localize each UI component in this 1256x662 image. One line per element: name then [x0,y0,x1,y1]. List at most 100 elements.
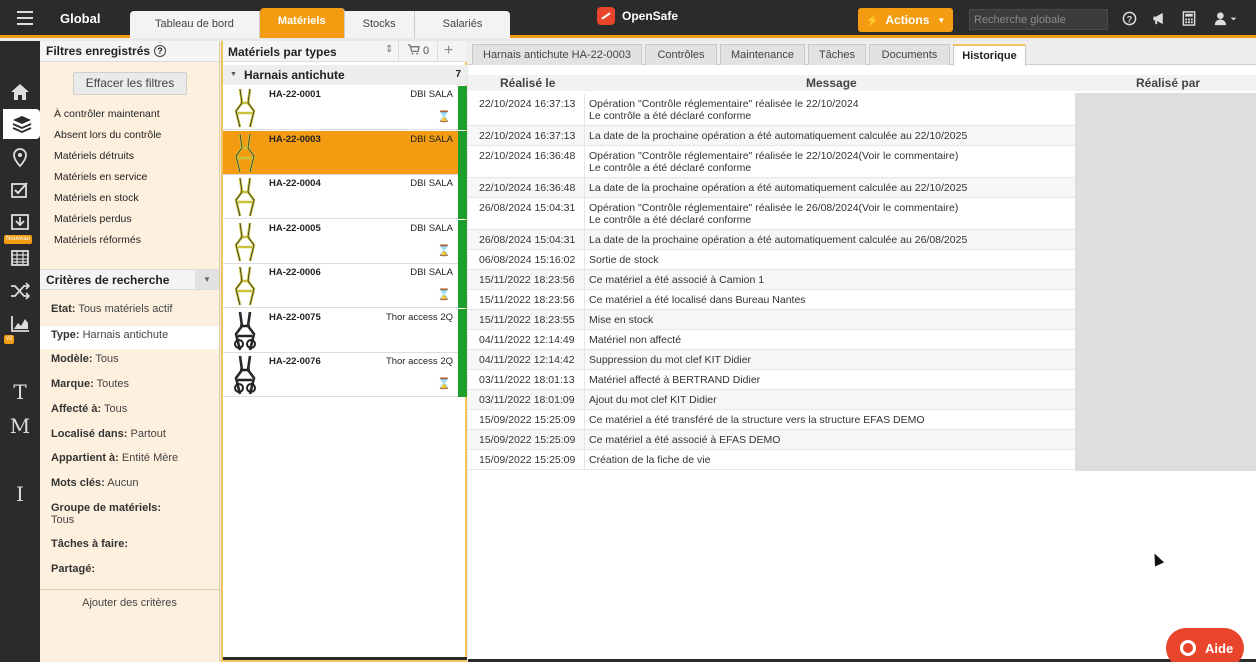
global-label[interactable]: Global [60,11,100,26]
saved-filter-item[interactable]: Matériels en stock [54,191,161,212]
letter-t-icon[interactable]: T [0,377,40,407]
user-icon[interactable] [1212,11,1240,27]
divider [584,290,585,309]
home-icon[interactable] [0,77,40,107]
megaphone-icon[interactable] [1151,11,1167,27]
menu-icon[interactable] [17,11,33,25]
item-code: HA-22-0001 [269,89,321,100]
letter-i-icon[interactable]: I [0,479,40,509]
actions-button[interactable]: ⚡ Actions ▼ [858,8,953,32]
tab-salaries[interactable]: Salariés [414,11,511,38]
history-row[interactable]: 04/11/2022 12:14:49 Matériel non affecté [468,330,1075,350]
divider [584,126,585,145]
help-label: Aide [1205,640,1234,656]
history-message: Opération "Contrôle réglementaire" réali… [589,202,958,226]
history-row[interactable]: 15/11/2022 18:23:55 Mise en stock [468,310,1075,330]
calculator-icon[interactable] [1181,11,1197,27]
history-row[interactable]: 22/10/2024 16:37:13 La date de la prochai… [468,126,1075,146]
divider [584,230,585,249]
history-row[interactable]: 06/08/2024 15:16:02 Sortie de stock [468,250,1075,270]
group-row[interactable]: ▼ Harnais antichute 7 [223,65,467,85]
saved-filter-item[interactable]: Matériels perdus [54,212,161,233]
history-row[interactable]: 15/09/2022 15:25:09 Ce matériel a été tra… [468,410,1075,430]
harness-thumbnail-icon [228,132,262,174]
history-row[interactable]: 03/11/2022 18:01:13 Matériel affecté à BE… [468,370,1075,390]
history-row[interactable]: 15/09/2022 15:25:09 Création de la fiche … [468,450,1075,470]
tab-stocks[interactable]: Stocks [344,11,415,38]
saved-filter-item[interactable]: Absent lors du contrôle [54,128,161,149]
saved-filter-item[interactable]: Matériels réformés [54,233,161,254]
history-row[interactable]: 15/11/2022 18:23:56 Ce matériel a été ass… [468,270,1075,290]
criterion-mots-cles[interactable]: Mots clés: Aucun [40,477,219,489]
history-date: 15/11/2022 18:23:55 [479,314,575,326]
criterion-groupe[interactable]: Groupe de matériels: Tous [40,502,219,526]
sort-icon[interactable]: ⇕ [385,44,393,55]
saved-filter-item[interactable]: À contrôler maintenant [54,107,161,128]
tab-controles[interactable]: Contrôles [645,44,717,65]
list-item[interactable]: HA-22-0003 DBI SALA [223,130,467,175]
tab-tableau-de-bord[interactable]: Tableau de bord [130,11,260,38]
column-realise-le[interactable]: Réalisé le [500,76,555,90]
criterion-modele[interactable]: Modèle: Tous [40,353,219,365]
history-row[interactable]: 22/10/2024 16:36:48 La date de la prochai… [468,178,1075,198]
collapse-icon[interactable]: ▼ [230,65,237,85]
chevron-down-icon[interactable]: ▼ [195,270,219,289]
list-item[interactable]: HA-22-0076 Thor access 2Q ⌛ [223,353,467,397]
checklist-icon[interactable] [0,175,40,205]
tab-historique[interactable]: Historique [953,44,1026,66]
criterion-localise[interactable]: Localisé dans: Partout [40,428,219,440]
history-row[interactable]: 04/11/2022 12:14:42 Suppression du mot cl… [468,350,1075,370]
list-item[interactable]: HA-22-0075 Thor access 2Q [223,308,467,353]
help-icon[interactable]: ? [154,45,167,57]
history-row[interactable]: 15/09/2022 15:25:09 Ce matériel a été ass… [468,430,1075,450]
criterion-etat[interactable]: Etat: Tous matériels actif [40,303,219,315]
history-header: Réalisé le Message Réalisé par [468,75,1256,91]
list-item[interactable]: HA-22-0001 DBI SALA ⌛ [223,86,467,130]
history-row[interactable]: 22/10/2024 16:37:13 Opération "Contrôle r… [468,94,1075,126]
help-button[interactable]: Aide [1166,628,1244,662]
history-row[interactable]: 26/08/2024 15:04:31 Opération "Contrôle r… [468,198,1075,230]
list-item[interactable]: HA-22-0005 DBI SALA ⌛ [223,219,467,264]
column-message[interactable]: Message [806,76,857,90]
divider [584,198,585,229]
history-message: Ce matériel a été associé à Camion 1 [589,274,764,286]
saved-filter-item[interactable]: Matériels en service [54,170,161,191]
download-icon[interactable] [0,207,40,237]
add-criteria-link[interactable]: Ajouter des critères [40,597,219,609]
calendar-icon[interactable] [0,243,40,273]
tab-maintenance[interactable]: Maintenance [720,44,805,65]
status-indicator [458,175,467,219]
layers-icon[interactable] [3,109,40,139]
tab-taches[interactable]: Tâches [808,44,866,65]
history-row[interactable]: 03/11/2022 18:01:09 Ajout du mot clef KIT… [468,390,1075,410]
shuffle-icon[interactable] [0,276,40,306]
status-indicator [458,264,467,308]
criterion-type[interactable]: Type: Harnais antichute [40,326,219,349]
criterion-marque[interactable]: Marque: Toutes [40,378,219,390]
clear-filters-button[interactable]: Effacer les filtres [73,72,187,95]
add-icon[interactable]: + [444,42,453,60]
list-item[interactable]: HA-22-0006 DBI SALA ⌛ [223,264,467,308]
tab-documents[interactable]: Documents [869,44,950,65]
criterion-affecte[interactable]: Affecté à: Tous [40,403,219,415]
tab-fiche[interactable]: Harnais antichute HA-22-0003 [472,44,642,65]
tab-materiels[interactable]: Matériels [259,8,345,38]
cart-button[interactable]: 0 [398,41,438,62]
list-item[interactable]: HA-22-0004 DBI SALA [223,175,467,219]
history-row[interactable]: 26/08/2024 15:04:31 La date de la prochai… [468,230,1075,250]
history-message-line: La date de la prochaine opération a été … [589,130,968,142]
history-row[interactable]: 22/10/2024 16:36:48 Opération "Contrôle r… [468,146,1075,178]
history-message-line: Sortie de stock [589,254,659,266]
saved-filter-item[interactable]: Matériels détruits [54,149,161,170]
criterion-partage[interactable]: Partagé: [40,563,219,575]
map-pin-icon[interactable] [0,143,40,173]
history-message-line: Le contrôle a été déclaré conforme [589,214,752,226]
history-row[interactable]: 15/11/2022 18:23:56 Ce matériel a été loc… [468,290,1075,310]
help-icon[interactable]: ? [1121,11,1137,27]
criterion-taches[interactable]: Tâches à faire: [40,538,219,550]
criterion-appartient[interactable]: Appartient à: Entité Mère [40,452,219,464]
global-search-input[interactable] [969,9,1108,30]
divider [584,390,585,409]
column-realise-par[interactable]: Réalisé par [1136,76,1200,90]
letter-m-icon[interactable]: M [0,411,40,441]
